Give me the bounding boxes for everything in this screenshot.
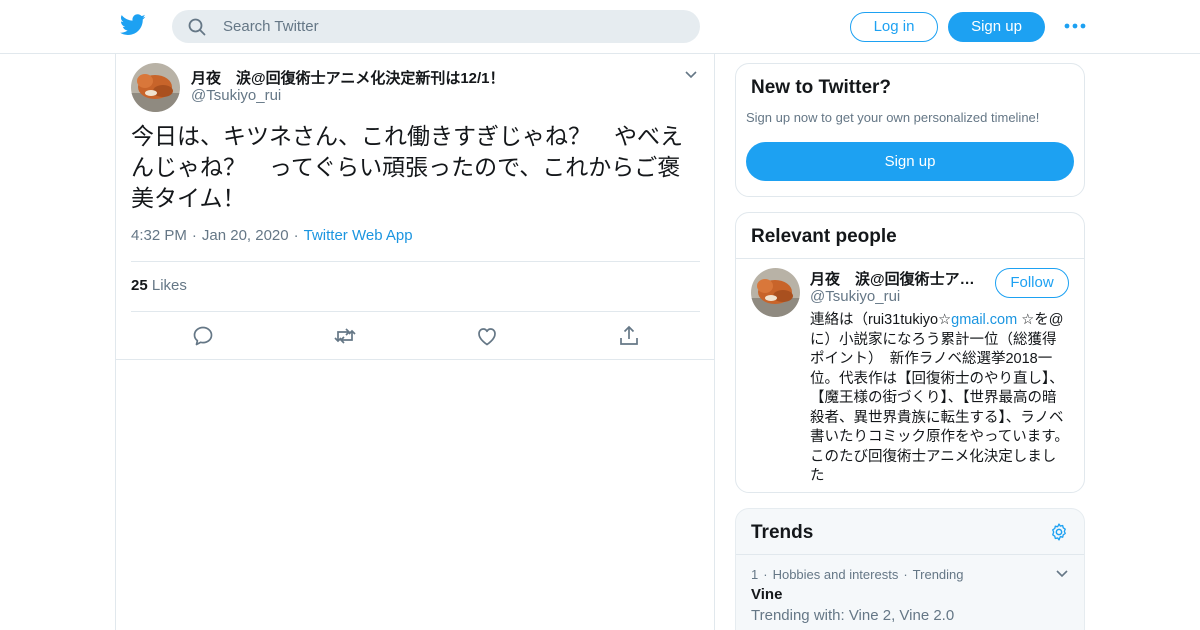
card-title: Trends [751,522,814,543]
trend-meta: 1 · Hobbies and interests · Trending [751,567,964,582]
tweet-text: 今日は、キツネさん、これ働きすぎじゃね？ やべえんじゃね？ ってぐらい頑張ったの… [131,123,683,211]
search-input[interactable]: Search Twitter [172,10,700,43]
likes-stat[interactable]: 25 Likes [131,277,187,294]
tweet-source-link[interactable]: Twitter Web App [304,227,413,244]
person-name[interactable]: 月夜 涙@回復術士ア… [810,268,978,289]
like-icon[interactable] [475,324,499,348]
follow-button[interactable]: Follow [995,268,1069,298]
divider [116,359,714,360]
likes-count: 25 [131,277,148,294]
trend-status: Trending [912,567,964,582]
trends-card: Trends 1 · Hobbies and interests · Trending … [735,508,1085,630]
card-title: New to Twitter? [751,77,892,98]
tweet-actions [116,324,714,350]
tweet-author-name[interactable]: 月夜 涙@回復術士アニメ化決定新刊は12/1！ [191,67,505,88]
avatar[interactable] [751,268,800,317]
login-button[interactable]: Log in [850,12,938,42]
tweet-column: 月夜 涙@回復術士アニメ化決定新刊は12/1！ @Tsukiyo_rui 今日は… [115,54,715,630]
bio-text: 連絡は（rui31tukiyo☆ [810,312,952,328]
tweet-author-handle[interactable]: @Tsukiyo_rui [191,87,281,104]
person-bio: 連絡は（rui31tukiyo☆gmail.com ☆を@に）小説家になろう累計… [810,311,1070,487]
tweet-time: 4:32 PM [131,227,187,244]
divider [131,311,700,312]
fox-photo-icon [131,63,180,112]
reply-icon[interactable] [191,324,215,348]
retweet-icon[interactable] [333,324,357,348]
divider [131,261,700,262]
tweet-metadata: 4:32 PM · Jan 20, 2020 · Twitter Web App [131,227,413,244]
relevant-people-card: Relevant people 月夜 涙@回復術士ア… @Tsukiyo_rui… [735,212,1085,493]
divider [736,554,1084,555]
gear-icon[interactable] [1049,522,1069,542]
chevron-down-icon[interactable] [1055,569,1069,579]
trend-trending-with: Trending with: Vine 2, Vine 2.0 [751,607,955,624]
tweet-date: Jan 20, 2020 [201,227,289,244]
divider [736,258,1084,259]
search-placeholder: Search Twitter [223,18,319,35]
bio-text: ☆を@に）小説家になろう累計一位（総獲得ポイント） 新作ラノベ総選挙2018一位… [810,312,1069,484]
more-dots-icon[interactable] [1064,21,1086,31]
card-subtitle: Sign up now to get your own personalized… [746,110,1040,125]
avatar[interactable] [131,63,180,112]
likes-label: Likes [151,277,187,294]
signup-cta-button[interactable]: Sign up [746,142,1074,181]
person-handle[interactable]: @Tsukiyo_rui [810,288,900,305]
share-icon[interactable] [617,324,641,348]
trend-name[interactable]: Vine [751,586,782,603]
twitter-bird-icon[interactable] [120,14,146,36]
trend-category: Hobbies and interests [772,567,899,582]
chevron-down-icon[interactable] [684,70,698,80]
new-to-twitter-card: New to Twitter? Sign up now to get your … [735,63,1085,197]
card-title: Relevant people [751,226,897,247]
signup-button[interactable]: Sign up [948,12,1045,42]
search-icon [188,18,206,36]
fox-photo-icon [751,268,800,317]
top-header: Search Twitter Log in Sign up [0,0,1200,54]
bio-link[interactable]: gmail.com [951,312,1017,328]
